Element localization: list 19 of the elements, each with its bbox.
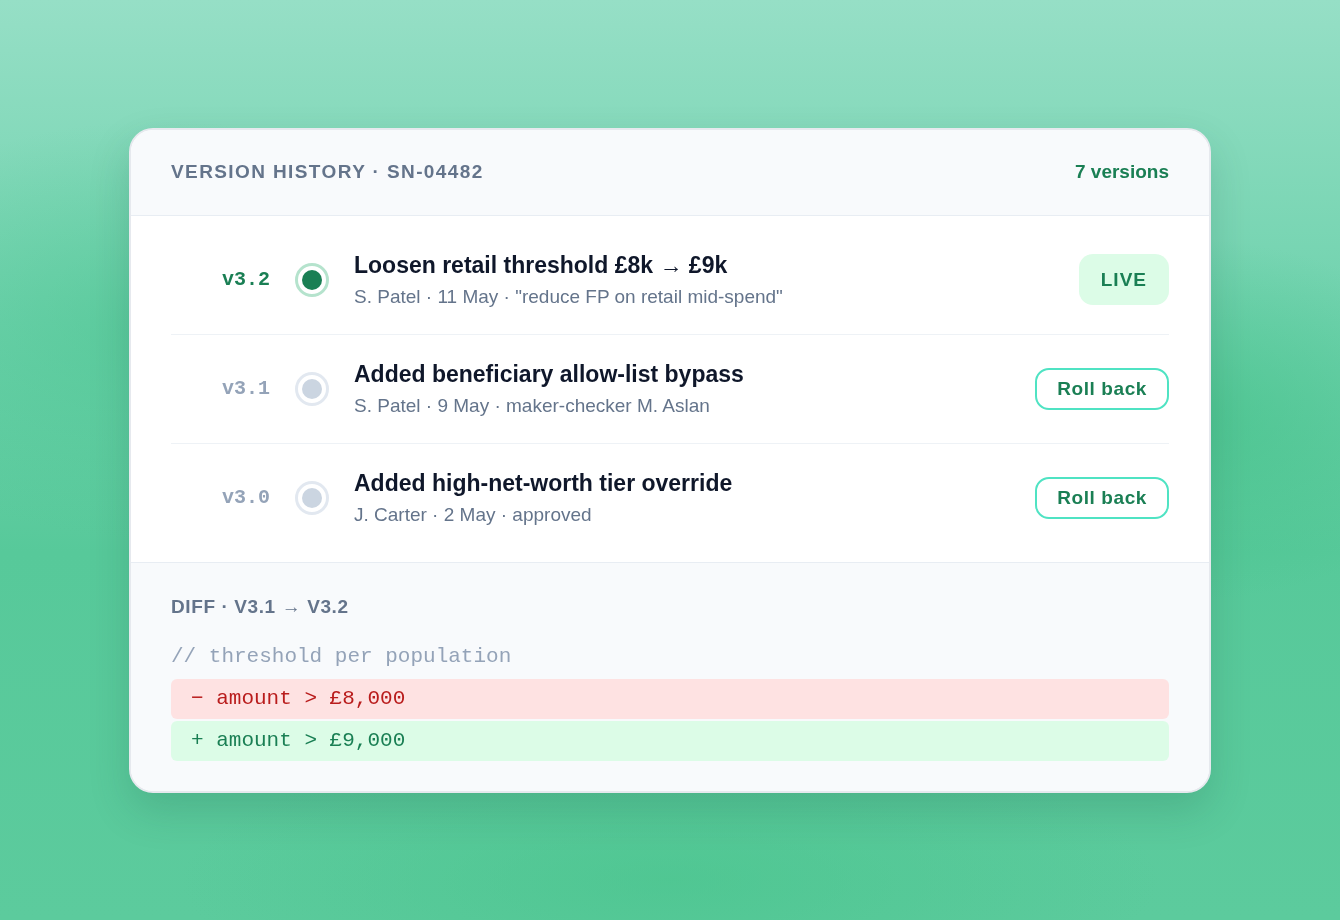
version-meta: J. Carter · 2 May · approved [354, 502, 593, 527]
version-label: v3.1 [221, 377, 270, 400]
version-title: Added beneficiary allow-list bypass [354, 359, 745, 389]
radio-icon[interactable] [295, 371, 329, 406]
radio-icon[interactable] [295, 262, 329, 297]
radio-icon[interactable] [295, 480, 329, 515]
card-title: VERSION HISTORY · SN-04482 [171, 161, 484, 183]
rollback-button[interactable]: Roll back [1035, 476, 1169, 519]
live-badge: LIVE [1078, 254, 1169, 305]
version-title: Added high-net-worth tier override [354, 468, 734, 498]
version-label: v3.0 [221, 486, 270, 509]
version-meta: S. Patel · 11 May · "reduce FP on retail mid-spend" [354, 284, 784, 309]
version-meta: S. Patel · 9 May · maker-checker M. Aslan [354, 393, 711, 418]
diff-title: DIFF · V3.1 → V3.2 [171, 594, 350, 619]
version-title: Loosen retail threshold £8k → £9k [354, 250, 729, 280]
code-comment: // threshold per population [171, 643, 513, 670]
version-label: v3.2 [221, 268, 270, 291]
rollback-button[interactable]: Roll back [1035, 367, 1169, 410]
version-count: 7 versions [1075, 161, 1169, 183]
